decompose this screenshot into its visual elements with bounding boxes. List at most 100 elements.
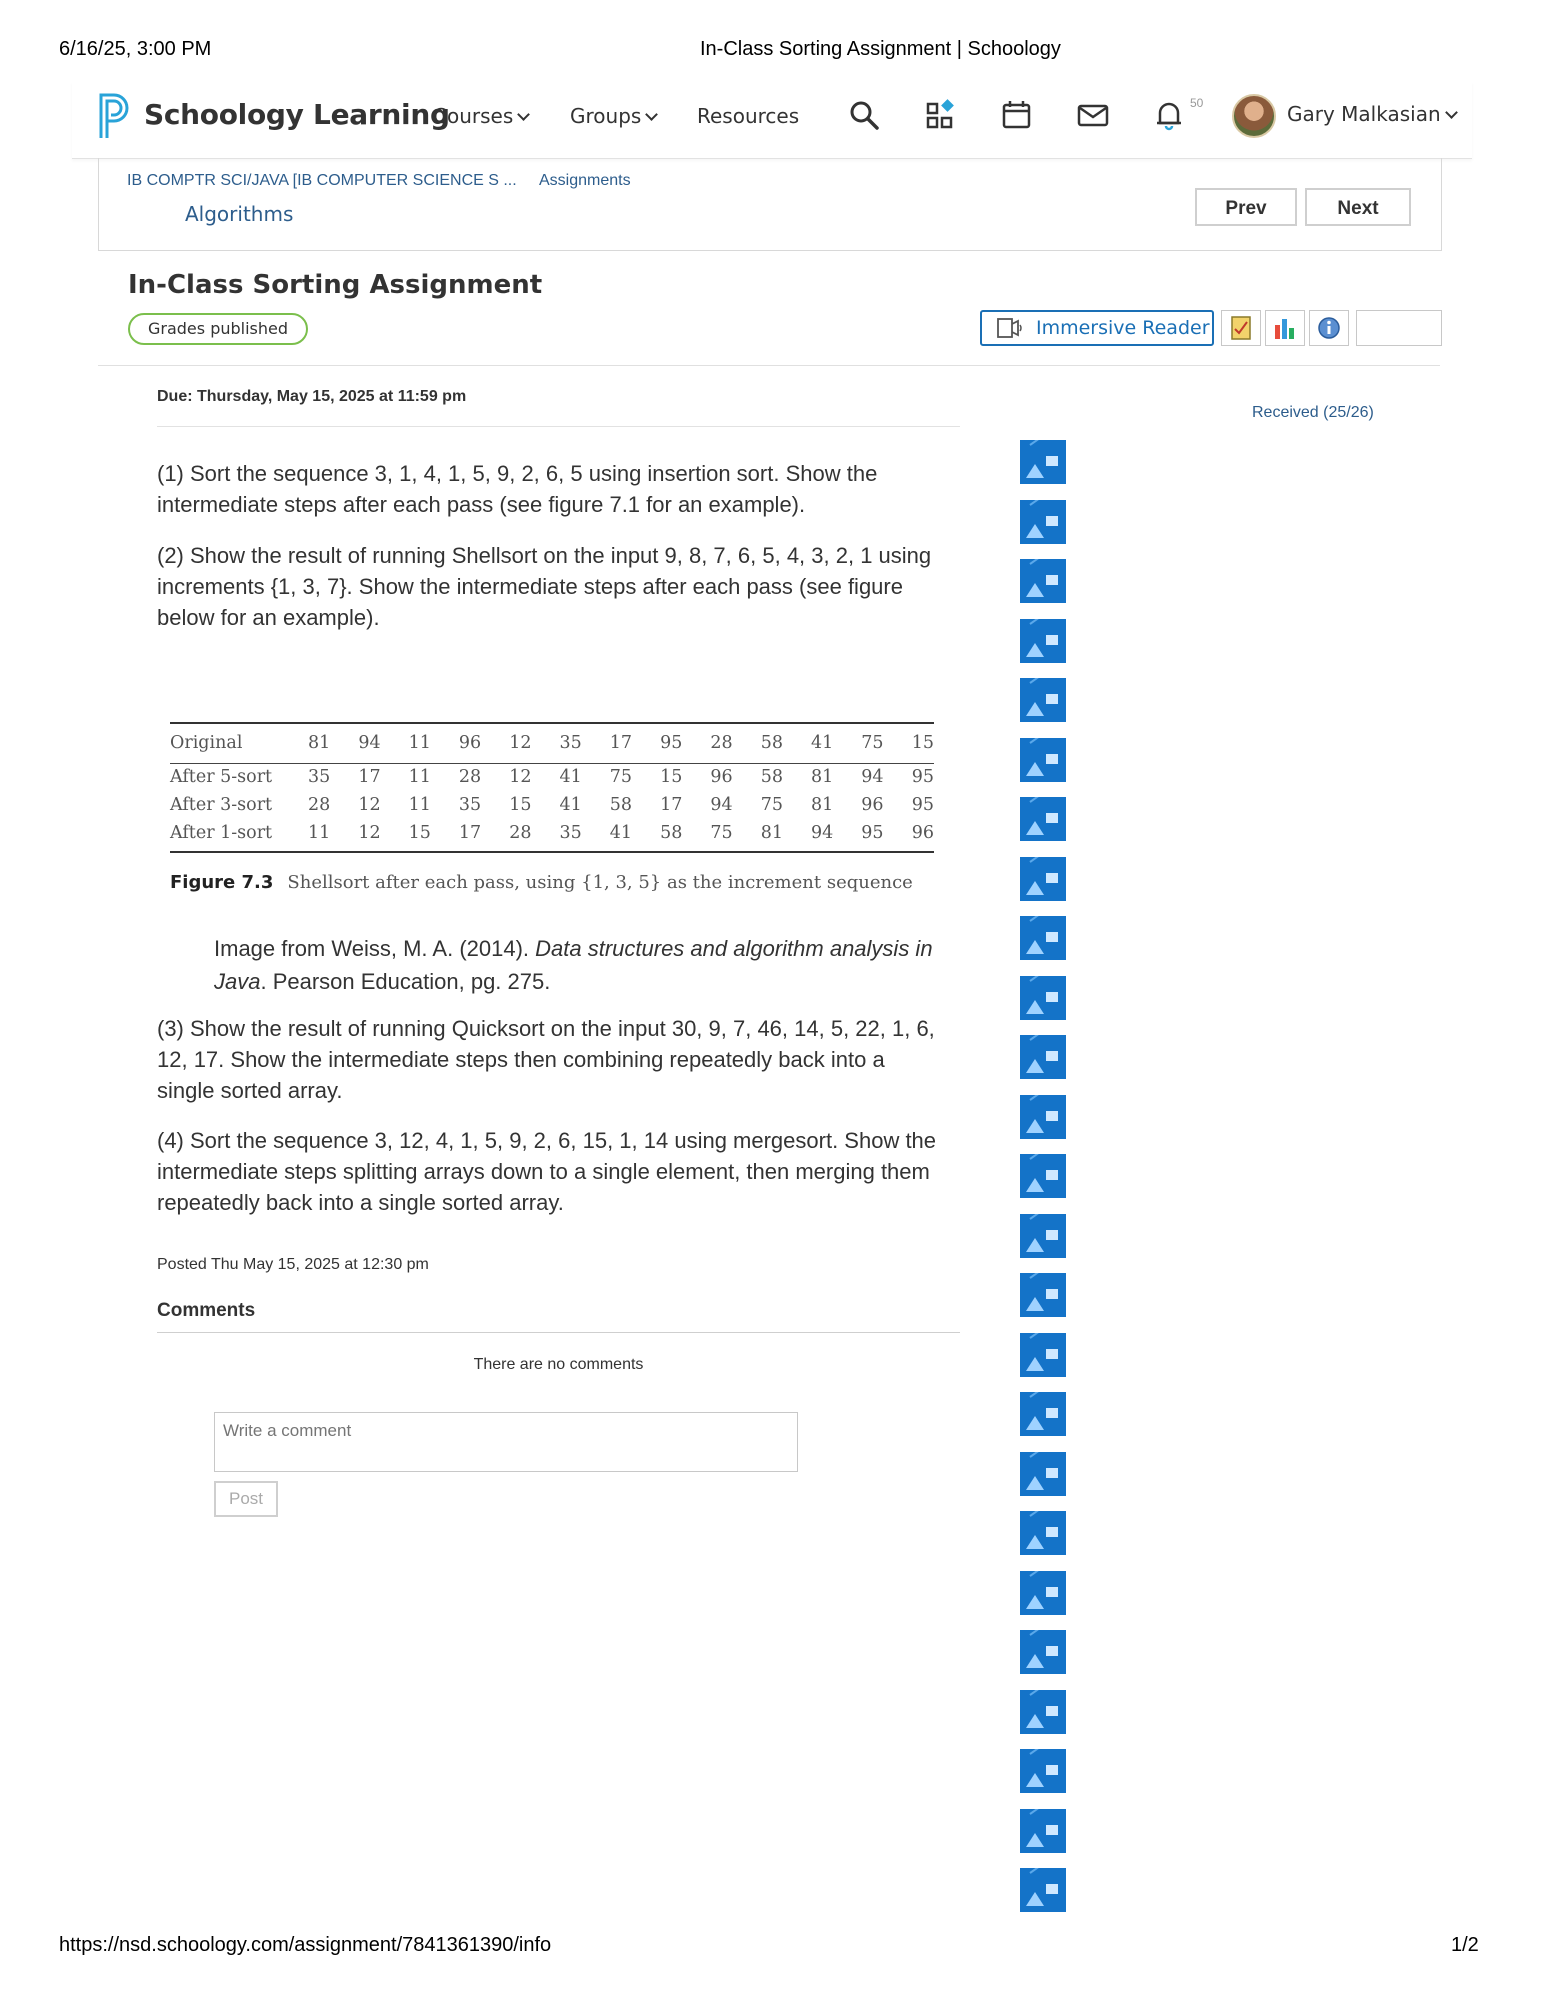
post-button[interactable]: Post	[214, 1481, 278, 1517]
image-placeholder-icon[interactable]	[1020, 1035, 1066, 1079]
figure-caption: Figure 7.3 Shellsort after each pass, usi…	[170, 872, 913, 893]
image-placeholder-icon[interactable]	[1020, 1868, 1066, 1912]
figure-cell: 95	[861, 823, 884, 843]
question-3: (3) Show the result of running Quicksort…	[157, 1016, 935, 1103]
more-options-button[interactable]	[1356, 310, 1442, 346]
user-menu[interactable]: Gary Malkasian	[1287, 102, 1458, 126]
question-4: (4) Sort the sequence 3, 12, 4, 1, 5, 9,…	[157, 1128, 937, 1215]
no-comments-text: There are no comments	[473, 1356, 644, 1373]
image-placeholder-icon[interactable]	[1020, 975, 1066, 1020]
question-1: (1) Sort the sequence 3, 1, 4, 1, 5, 9, …	[157, 461, 878, 517]
nav-resources[interactable]: Resources	[697, 104, 799, 128]
image-placeholder-icon[interactable]	[1020, 618, 1066, 663]
figure-cell: 96	[861, 795, 884, 815]
immersive-reader-button[interactable]: Immersive Reader	[980, 310, 1214, 346]
shellsort-figure-table: Original 81 94 11 96 12 35 17 95 28 58 41 75 15 After …	[170, 722, 934, 847]
posted-timestamp: Posted Thu May 15, 2025 at 12:30 pm	[157, 1256, 429, 1273]
question-2: (2) Show the result of running Shellsort…	[157, 543, 932, 630]
nav-groups[interactable]: Groups	[570, 104, 659, 128]
header-divider	[98, 365, 1440, 366]
figure-cell: 95	[911, 795, 934, 815]
image-placeholder-icon[interactable]	[1020, 856, 1066, 901]
image-source-citation: Image from Weiss, M. A. (2014). Data str…	[214, 932, 974, 998]
image-placeholder-icon[interactable]	[1020, 1094, 1066, 1139]
image-placeholder-icon[interactable]	[1020, 1273, 1066, 1317]
figure-cell: 17	[358, 767, 381, 787]
due-divider	[157, 426, 960, 427]
image-placeholder-icon[interactable]	[1020, 916, 1066, 960]
image-placeholder-icon[interactable]	[1020, 1392, 1066, 1436]
nav-courses[interactable]: Courses	[433, 104, 531, 128]
bar-chart-icon	[1275, 319, 1294, 339]
figure-cell: 35	[458, 795, 482, 815]
figure-cell: 28	[458, 767, 482, 787]
image-placeholder-icon[interactable]	[1020, 1511, 1066, 1555]
figure-cell: 11	[308, 823, 331, 843]
image-placeholder-icon[interactable]	[1020, 1451, 1066, 1496]
image-placeholder-icon[interactable]	[1020, 1570, 1066, 1615]
print-title: In-Class Sorting Assignment | Schoology	[700, 38, 1061, 60]
figure-cell: 75	[760, 795, 783, 815]
image-placeholder-icon[interactable]	[1020, 1154, 1066, 1198]
calendar-icon[interactable]	[1000, 98, 1034, 132]
figure-cell: 17	[458, 823, 482, 843]
notification-count: 50	[1190, 96, 1204, 110]
figure-cell: 28	[710, 732, 733, 753]
user-name: Gary Malkasian	[1287, 102, 1441, 126]
print-datetime: 6/16/25, 3:00 PM	[59, 38, 212, 60]
info-tool-button[interactable]	[1309, 310, 1349, 346]
nav-groups-label: Groups	[570, 104, 642, 128]
figure-cell: 75	[861, 732, 884, 753]
page-title: In-Class Sorting Assignment	[128, 270, 543, 300]
mail-icon[interactable]	[1076, 98, 1110, 132]
figure-cell: 96	[458, 732, 482, 753]
figure-cell: 15	[509, 795, 532, 815]
figure-cell: 11	[408, 732, 431, 753]
prev-button[interactable]: Prev	[1195, 188, 1297, 226]
chevron-down-icon	[517, 108, 531, 121]
comments-heading: Comments	[157, 1300, 256, 1321]
next-button[interactable]: Next	[1305, 188, 1411, 226]
status-badge: Grades published	[128, 313, 308, 345]
breadcrumb-folder[interactable]: Algorithms	[185, 202, 293, 226]
image-placeholder-icon[interactable]	[1020, 678, 1066, 722]
image-placeholder-icon[interactable]	[1020, 737, 1066, 782]
breadcrumb-course[interactable]: IB COMPTR SCI/JAVA [IB COMPUTER SCIENCE …	[127, 172, 517, 190]
figure-cell: 81	[308, 732, 331, 753]
figure-cell: 15	[408, 823, 431, 843]
image-placeholder-icon[interactable]	[1020, 1630, 1066, 1674]
figure-cell: 12	[509, 732, 532, 753]
image-placeholder-icon[interactable]	[1020, 1689, 1066, 1734]
image-placeholder-icon[interactable]	[1020, 559, 1066, 603]
received-count[interactable]: Received (25/26)	[1252, 404, 1374, 422]
rubric-tool-button[interactable]	[1221, 310, 1261, 346]
figure-cell: 58	[760, 732, 783, 753]
image-placeholder-icon[interactable]	[1020, 1808, 1066, 1853]
figure-cell: 96	[710, 767, 733, 787]
figure-cell: 35	[559, 823, 582, 843]
image-placeholder-icon[interactable]	[1020, 440, 1066, 484]
comment-input[interactable]	[214, 1412, 798, 1472]
apps-icon[interactable]	[924, 98, 958, 132]
figure-row-label: After 3-sort	[170, 795, 273, 815]
figure-cell: 41	[609, 823, 633, 843]
schoology-logo-icon[interactable]	[98, 92, 132, 140]
image-placeholder-icon[interactable]	[1020, 1332, 1066, 1377]
figure-cell: 11	[408, 767, 431, 787]
breadcrumb-assignments[interactable]: Assignments	[539, 172, 631, 190]
chevron-down-icon	[645, 108, 659, 121]
search-icon[interactable]	[847, 98, 881, 132]
figure-cell: 17	[660, 795, 683, 815]
comments-divider	[157, 1332, 960, 1333]
image-placeholder-icon[interactable]	[1020, 1213, 1066, 1258]
brand-name[interactable]: Schoology Learning	[144, 98, 450, 131]
image-placeholder-icon[interactable]	[1020, 797, 1066, 841]
image-placeholder-icon[interactable]	[1020, 1749, 1066, 1793]
image-placeholder-icon[interactable]	[1020, 499, 1066, 544]
bell-icon[interactable]	[1152, 98, 1186, 132]
figure-cell: 28	[509, 823, 532, 843]
avatar[interactable]	[1232, 94, 1276, 138]
analytics-tool-button[interactable]	[1265, 310, 1305, 346]
figure-cell: 12	[358, 795, 381, 815]
figure-cell: 15	[911, 732, 934, 753]
